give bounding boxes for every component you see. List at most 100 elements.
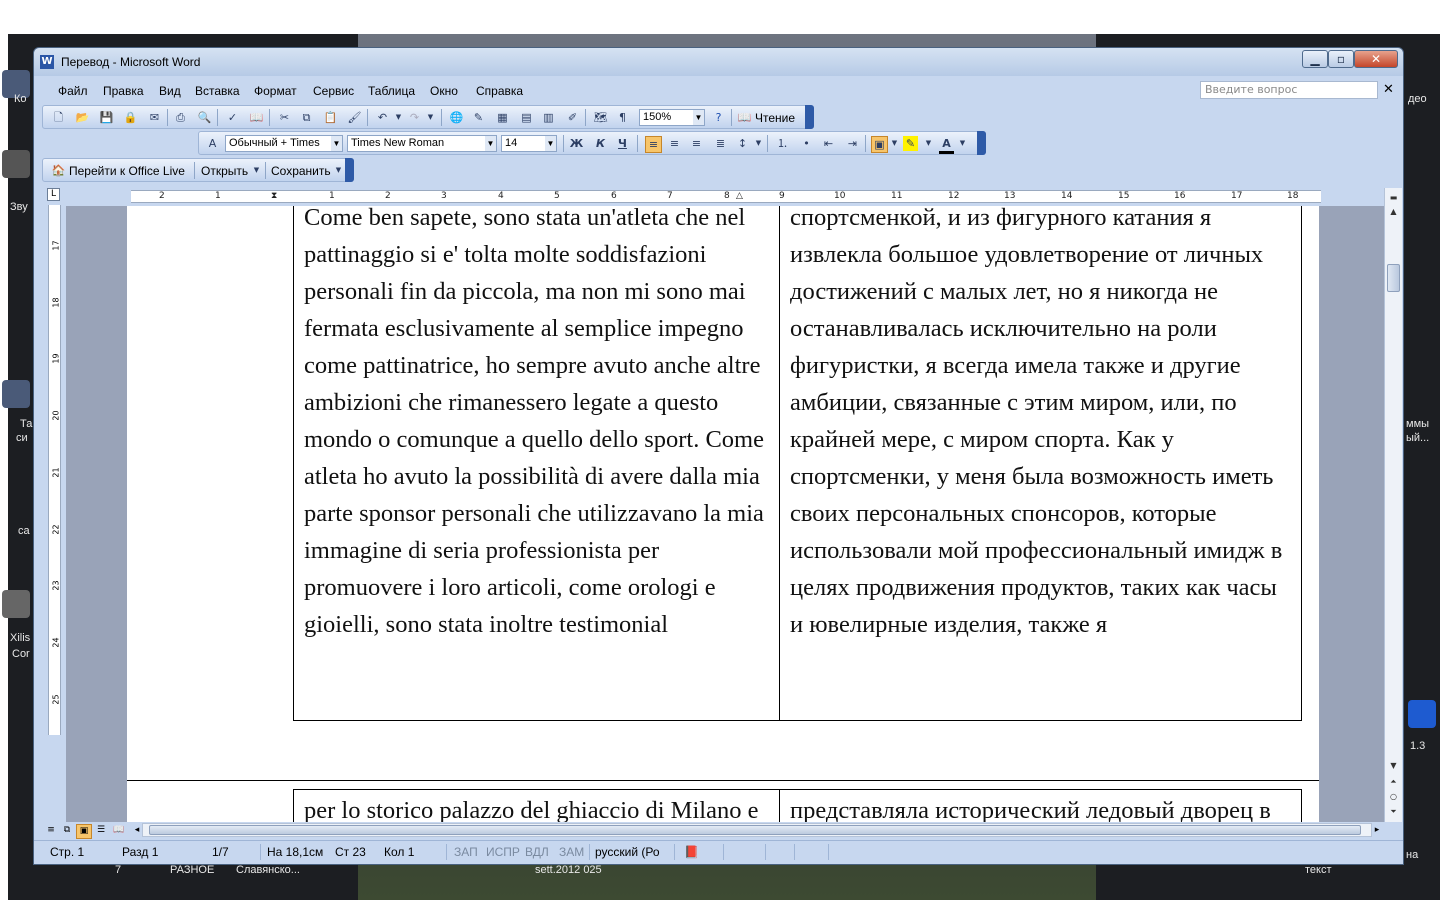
- reading-mode-button[interactable]: Чтение: [755, 111, 795, 125]
- scroll-right-icon[interactable]: ▸: [1370, 824, 1384, 837]
- tables-borders-icon[interactable]: ✎: [471, 110, 486, 125]
- undo-icon[interactable]: ↶: [375, 110, 390, 125]
- vertical-ruler[interactable]: 17 18 19 20 21 22 23 24 25: [43, 205, 63, 819]
- status-line[interactable]: Ст 23: [335, 845, 366, 859]
- status-page[interactable]: Стр. 1: [50, 845, 84, 859]
- split-handle[interactable]: ▬: [1386, 190, 1401, 205]
- office-live-button[interactable]: Перейти к Office Live: [69, 164, 185, 178]
- reading-view-icon[interactable]: 📖: [112, 824, 126, 837]
- font-color-button[interactable]: A: [939, 136, 954, 154]
- increase-indent-icon[interactable]: ⇥: [845, 136, 860, 151]
- menu-tools[interactable]: Сервис: [313, 84, 354, 98]
- vertical-scrollbar[interactable]: ▬ ▲ ▼ ⏶ ○ ⏷: [1384, 188, 1402, 822]
- drawing-icon[interactable]: ✐: [565, 110, 580, 125]
- desktop-shortcut-icon[interactable]: [2, 150, 30, 178]
- chevron-down-icon[interactable]: ▼: [887, 136, 902, 151]
- status-section[interactable]: Разд 1: [122, 845, 158, 859]
- format-painter-icon[interactable]: 🖌: [347, 110, 362, 125]
- align-left-icon[interactable]: ≡: [645, 136, 662, 153]
- redo-icon[interactable]: ↷: [407, 110, 422, 125]
- menu-view[interactable]: Вид: [159, 84, 181, 98]
- chevron-down-icon[interactable]: ▼: [331, 163, 346, 178]
- next-page-icon[interactable]: ⏷: [1386, 804, 1401, 819]
- page[interactable]: Come ben sapete, sono stata un'atleta ch…: [127, 206, 1319, 781]
- close-document-icon[interactable]: ✕: [1383, 82, 1394, 97]
- styles-icon[interactable]: A: [205, 136, 220, 151]
- align-center-icon[interactable]: ≡: [667, 136, 682, 151]
- ruler-scale[interactable]: 2 1 ⧗ 1 2 3 4 5 6 7 8 △ 9 10 11 12 13 14…: [131, 190, 1321, 203]
- table-cell-russian[interactable]: представляла исторический ледовый дворец…: [779, 789, 1302, 822]
- toolbar-options-handle[interactable]: [805, 105, 814, 129]
- table-cell-russian[interactable]: спортсменкой, и из фигурного катания я и…: [779, 206, 1302, 721]
- help-search-input[interactable]: Введите вопрос: [1200, 81, 1378, 99]
- table-cell-italian[interactable]: Come ben sapete, sono stata un'atleta ch…: [293, 206, 780, 721]
- open-folder-icon[interactable]: 📂: [75, 110, 90, 125]
- chevron-down-icon[interactable]: ▼: [693, 110, 704, 125]
- chevron-down-icon[interactable]: ▼: [921, 136, 936, 151]
- status-record[interactable]: ЗАП: [454, 845, 478, 859]
- italic-button[interactable]: К: [593, 136, 608, 151]
- left-indent-marker[interactable]: ⧗: [271, 191, 277, 202]
- scroll-up-icon[interactable]: ▲: [1386, 204, 1401, 219]
- toolbar-options-handle[interactable]: [345, 158, 354, 182]
- font-size-select[interactable]: 14 ▼: [501, 135, 557, 152]
- open-button[interactable]: Открыть: [201, 164, 248, 178]
- table-cell-italian[interactable]: per lo storico palazzo del ghiaccio di M…: [293, 789, 780, 822]
- chevron-down-icon[interactable]: ▼: [485, 136, 496, 151]
- web-view-icon[interactable]: ⧉: [60, 824, 74, 837]
- chevron-down-icon[interactable]: ▼: [331, 136, 342, 151]
- menu-help[interactable]: Справка: [476, 84, 523, 98]
- chevron-down-icon[interactable]: ▼: [249, 163, 264, 178]
- underline-button[interactable]: Ч: [615, 136, 630, 151]
- status-page-count[interactable]: 1/7: [212, 845, 229, 859]
- research-icon[interactable]: 📖: [249, 110, 264, 125]
- previous-page-icon[interactable]: ⏶: [1386, 774, 1401, 789]
- permission-icon[interactable]: 🔒: [123, 110, 138, 125]
- status-extend[interactable]: ВДЛ: [525, 845, 549, 859]
- chevron-down-icon[interactable]: ▼: [391, 110, 406, 125]
- desktop-shortcut-icon[interactable]: [1408, 700, 1436, 728]
- align-right-icon[interactable]: ≡: [689, 136, 704, 151]
- document-map-icon[interactable]: 🗺: [593, 110, 608, 125]
- right-indent-marker[interactable]: △: [736, 191, 743, 202]
- help-icon[interactable]: ?: [711, 110, 726, 125]
- word-app-icon[interactable]: W: [40, 55, 54, 69]
- status-position[interactable]: На 18,1см: [267, 845, 323, 859]
- spelling-status-icon[interactable]: 📕: [684, 845, 699, 859]
- columns-icon[interactable]: ▥: [541, 110, 556, 125]
- hyperlink-icon[interactable]: 🌐: [449, 110, 464, 125]
- menu-edit[interactable]: Правка: [103, 84, 144, 98]
- save-button[interactable]: Сохранить: [271, 164, 331, 178]
- status-column[interactable]: Кол 1: [384, 845, 414, 859]
- decrease-indent-icon[interactable]: ⇤: [821, 136, 836, 151]
- minimize-button[interactable]: ▁: [1302, 50, 1328, 68]
- numbering-icon[interactable]: ⒈: [775, 136, 790, 151]
- horizontal-scrollbar[interactable]: [142, 823, 1372, 837]
- scroll-down-icon[interactable]: ▼: [1386, 758, 1401, 773]
- italian-text[interactable]: Come ben sapete, sono stata un'atleta ch…: [304, 206, 769, 643]
- email-icon[interactable]: ✉: [147, 110, 162, 125]
- save-icon[interactable]: 💾: [99, 110, 114, 125]
- maximize-button[interactable]: ▫: [1328, 50, 1354, 68]
- normal-view-icon[interactable]: ≡: [44, 824, 58, 837]
- justify-icon[interactable]: ≣: [713, 136, 728, 151]
- browse-object-icon[interactable]: ○: [1386, 789, 1401, 804]
- highlight-icon[interactable]: ✎: [903, 136, 918, 151]
- vertical-scroll-thumb[interactable]: [1387, 264, 1400, 292]
- cut-icon[interactable]: ✂: [277, 110, 292, 125]
- outline-view-icon[interactable]: ☰: [94, 824, 108, 837]
- chevron-down-icon[interactable]: ▼: [955, 136, 970, 151]
- insert-table-icon[interactable]: ▦: [495, 110, 510, 125]
- toolbar-options-handle[interactable]: [977, 131, 986, 155]
- chevron-down-icon[interactable]: ▼: [545, 136, 556, 151]
- chevron-down-icon[interactable]: ▼: [423, 110, 438, 125]
- pilcrow-icon[interactable]: ¶: [615, 110, 630, 125]
- document-area[interactable]: Come ben sapete, sono stata un'atleta ch…: [66, 206, 1384, 822]
- desktop-shortcut-icon[interactable]: [2, 380, 30, 408]
- print-icon[interactable]: ⎙: [173, 110, 188, 125]
- title-bar[interactable]: W Перевод - Microsoft Word ▁ ▫ ✕: [34, 48, 1403, 76]
- desktop-shortcut-icon[interactable]: [2, 590, 30, 618]
- chevron-down-icon[interactable]: ▼: [751, 136, 766, 151]
- line-spacing-icon[interactable]: ↕: [735, 136, 750, 151]
- menu-format[interactable]: Формат: [254, 84, 297, 98]
